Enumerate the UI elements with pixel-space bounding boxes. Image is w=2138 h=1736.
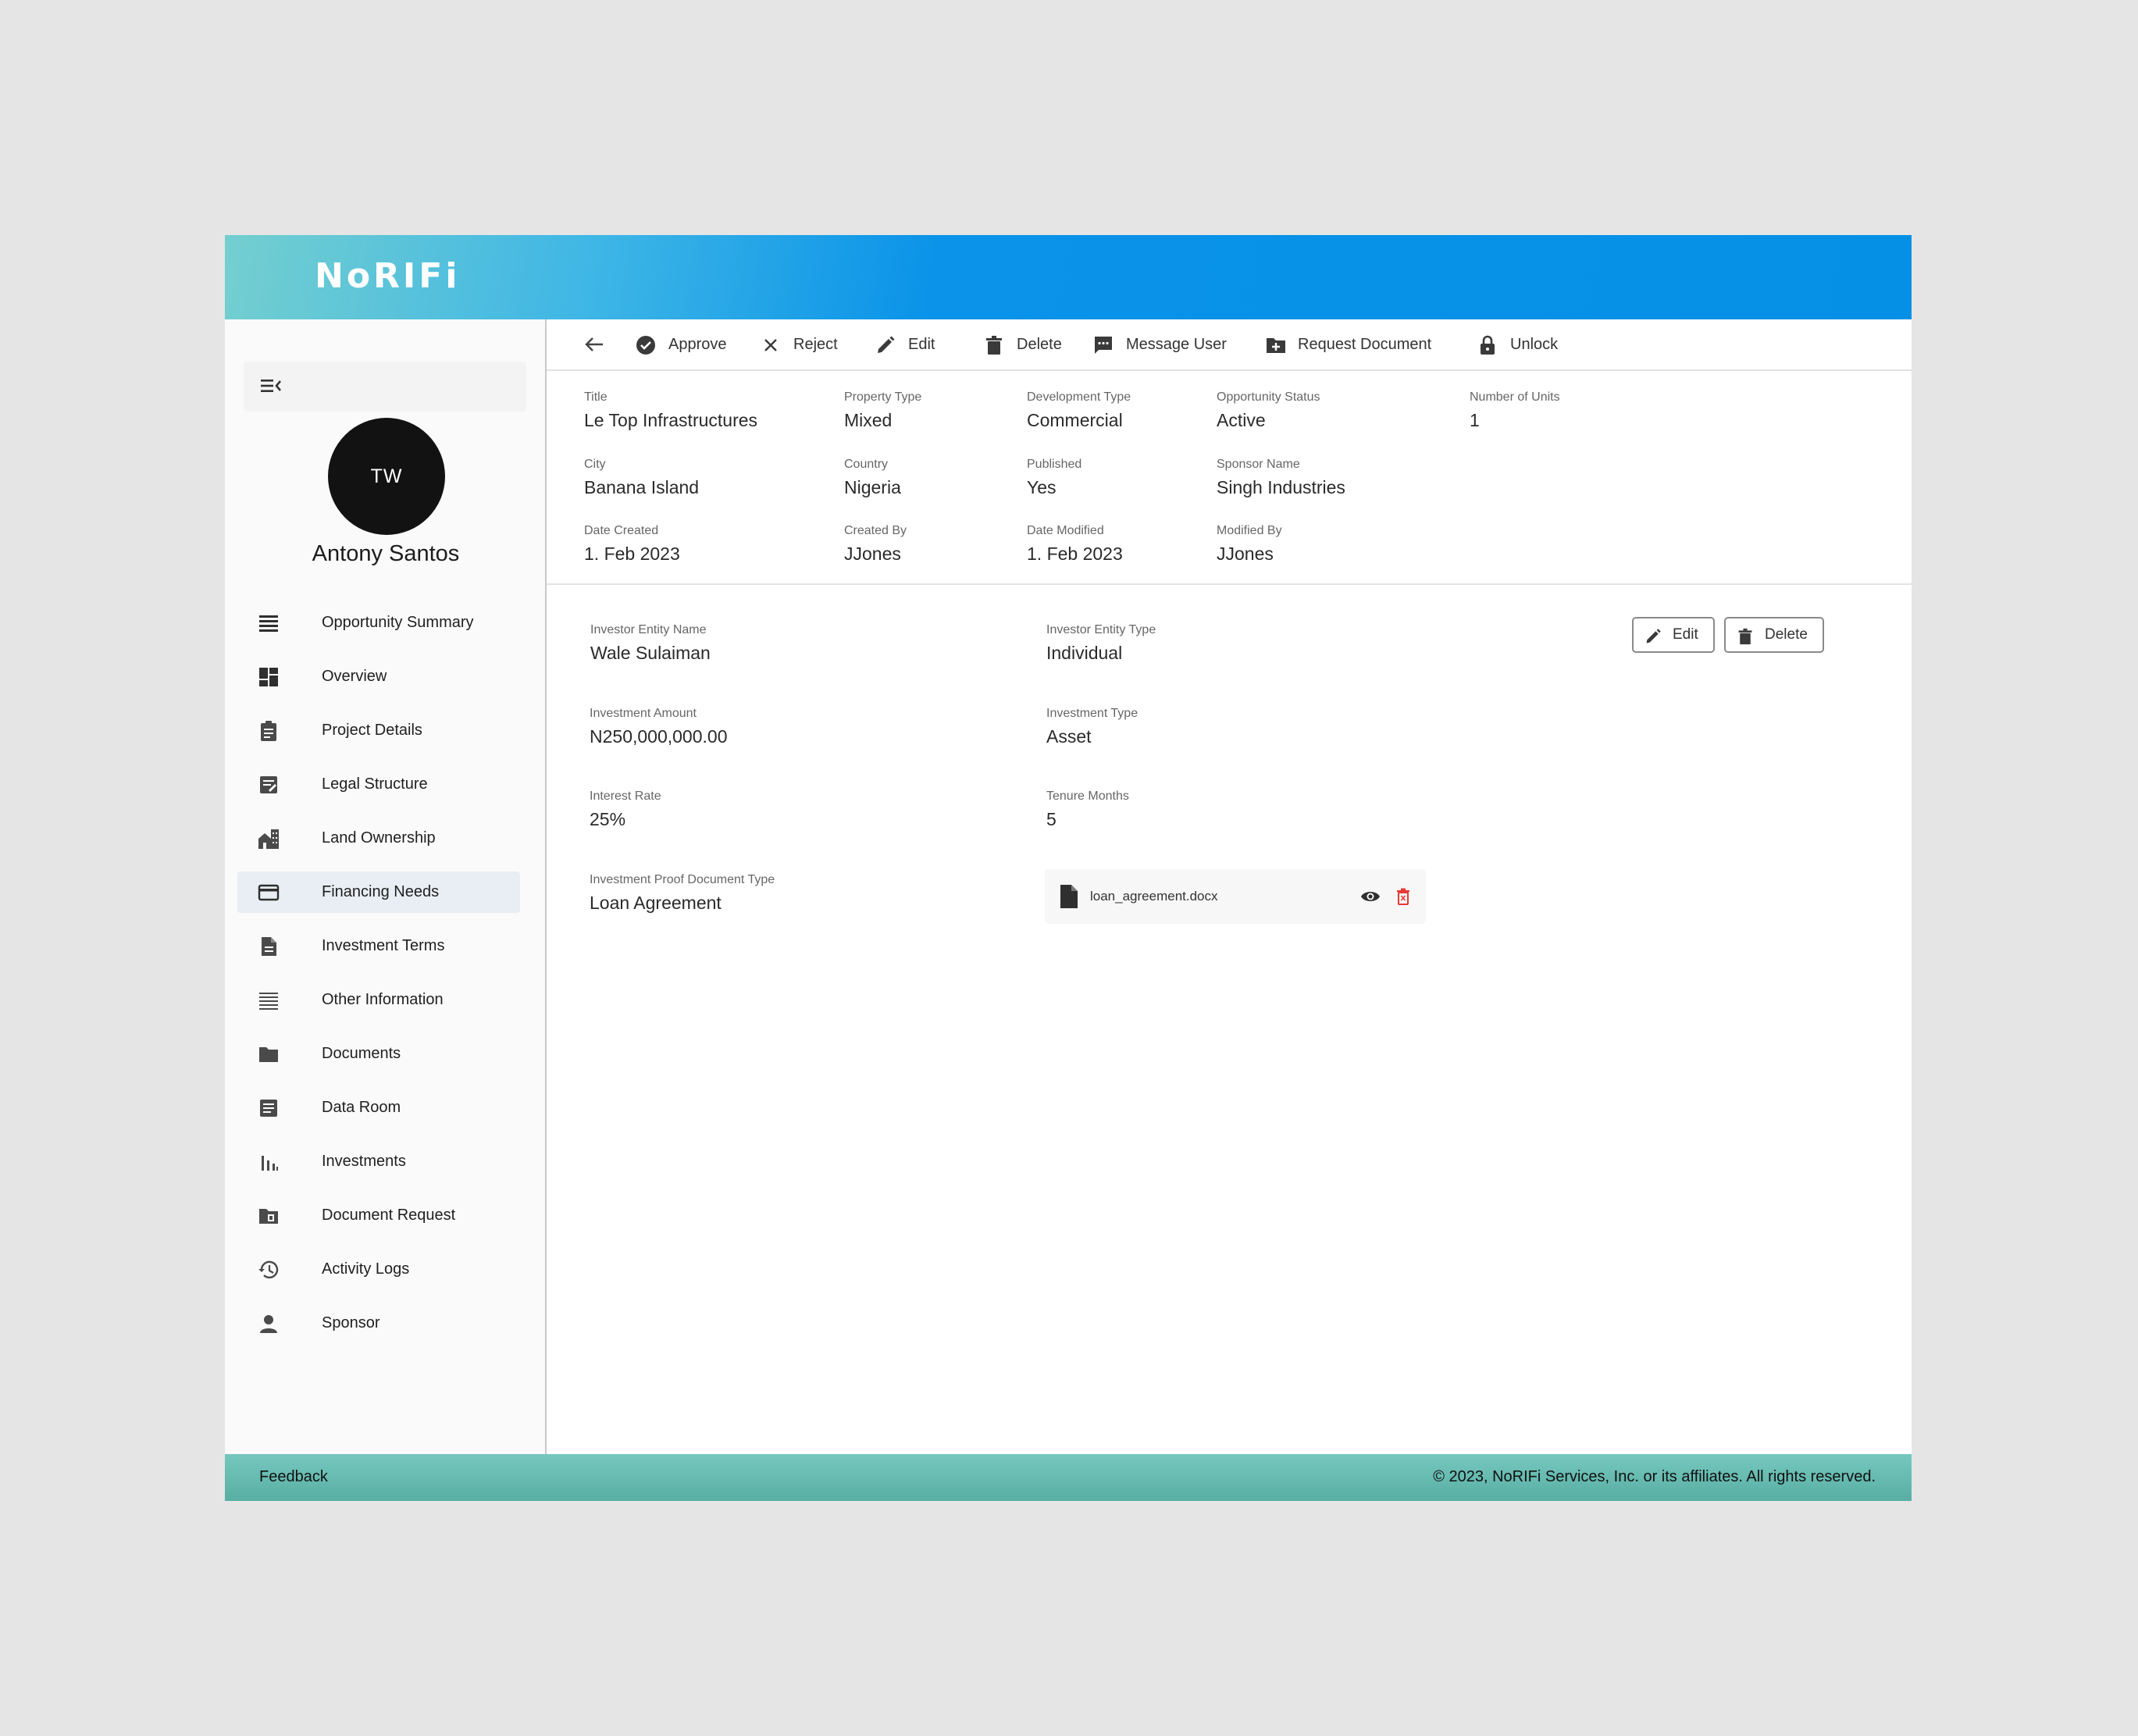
investment-edit-button[interactable]: Edit: [1632, 617, 1715, 653]
field-city: City Banana Island: [584, 458, 700, 497]
sidebar-item-label: Opportunity Summary: [322, 614, 474, 631]
eye-icon[interactable]: [1360, 889, 1381, 904]
note-edit-icon: [260, 776, 277, 793]
field-date-modified: Date Modified 1. Feb 2023: [1027, 524, 1123, 564]
sidebar-item-opportunity-summary[interactable]: Opportunity Summary: [237, 602, 520, 643]
history-icon: [258, 1260, 279, 1279]
dashboard-icon: [259, 668, 278, 686]
field-proof-document-type: Investment Proof Document Type Loan Agre…: [590, 873, 775, 913]
folder-file-icon: [259, 1209, 278, 1224]
sidebar-item-data-room[interactable]: Data Room: [237, 1087, 520, 1128]
clipboard-icon: [261, 721, 276, 741]
field-published: Published Yes: [1027, 458, 1082, 497]
field-investor-entity-type: Investor Entity Type Individual: [1046, 623, 1156, 663]
sidebar-item-label: Overview: [322, 668, 387, 685]
field-country: Country Nigeria: [844, 458, 901, 497]
field-sponsor-name: Sponsor Name Singh Industries: [1217, 458, 1345, 497]
field-development-type: Development Type Commercial: [1027, 390, 1131, 430]
pencil-icon: [1646, 629, 1661, 643]
check-circle-icon: [636, 336, 655, 355]
copyright-text: © 2023, NoRIFi Services, Inc. or its aff…: [1433, 1468, 1876, 1485]
sidebar-item-document-request[interactable]: Document Request: [237, 1195, 520, 1236]
menu-collapse-icon: [261, 380, 281, 392]
sidebar-item-overview[interactable]: Overview: [237, 656, 520, 697]
buildings-icon: [258, 829, 279, 849]
sidebar-item-label: Investments: [322, 1153, 406, 1170]
brand-logo[interactable]: NoRIFi: [315, 257, 460, 296]
field-property-type: Property Type Mixed: [844, 390, 922, 430]
file-icon: [1060, 885, 1078, 908]
close-icon: [764, 339, 777, 351]
trash-icon: [1738, 628, 1752, 645]
sidebar-item-sponsor[interactable]: Sponsor: [237, 1303, 520, 1344]
sidebar-item-land-ownership[interactable]: Land Ownership: [237, 818, 520, 859]
sidebar-item-label: Data Room: [322, 1099, 401, 1116]
sidebar-item-label: Investment Terms: [322, 937, 445, 954]
arrow-left-icon: [585, 337, 603, 351]
footer: Feedback © 2023, NoRIFi Services, Inc. o…: [225, 1454, 1912, 1501]
user-name: Antony Santos: [312, 541, 460, 566]
article-icon: [260, 1100, 277, 1117]
field-modified-by: Modified By JJones: [1217, 524, 1282, 564]
folder-icon: [259, 1047, 278, 1062]
sidebar-item-label: Document Request: [322, 1207, 456, 1224]
field-date-created: Date Created 1. Feb 2023: [584, 524, 680, 564]
field-created-by: Created By JJones: [844, 524, 907, 564]
sidebar-item-investment-terms[interactable]: Investment Terms: [237, 925, 520, 967]
field-investment-amount: Investment Amount N250,000,000.00: [590, 707, 728, 747]
trash-icon: [986, 336, 1002, 355]
opportunity-summary-panel: Title Le Top Infrastructures Property Ty…: [547, 371, 1912, 585]
field-investment-type: Investment Type Asset: [1046, 707, 1138, 747]
back-button[interactable]: [584, 319, 606, 369]
field-investor-entity-name: Investor Entity Name Wale Sulaiman: [590, 623, 711, 663]
chat-icon: [1095, 337, 1112, 354]
sidebar-item-label: Land Ownership: [322, 829, 436, 847]
avatar[interactable]: TW: [328, 418, 445, 535]
sidebar-item-label: Sponsor: [322, 1314, 380, 1331]
sidebar-item-label: Other Information: [322, 991, 444, 1008]
field-opportunity-status: Opportunity Status Active: [1217, 390, 1320, 430]
field-tenure-months: Tenure Months 5: [1046, 790, 1129, 829]
folder-add-icon: [1267, 338, 1285, 353]
pencil-icon: [878, 336, 895, 353]
sidebar-item-activity-logs[interactable]: Activity Logs: [237, 1249, 520, 1290]
person-icon: [260, 1315, 277, 1333]
top-header: NoRIFi: [225, 235, 1912, 319]
sidebar-nav: Opportunity Summary Overview Project Det…: [237, 602, 520, 1356]
main-content: Approve Reject Edit Delete Message User …: [547, 319, 1912, 1454]
sidebar-item-other-information[interactable]: Other Information: [237, 979, 520, 1021]
field-number-of-units: Number of Units 1: [1470, 390, 1560, 430]
investment-delete-button[interactable]: Delete: [1724, 617, 1824, 653]
credit-card-icon: [258, 884, 280, 901]
sidebar-item-legal-structure[interactable]: Legal Structure: [237, 764, 520, 805]
action-toolbar: Approve Reject Edit Delete Message User …: [547, 319, 1912, 371]
sidebar-item-label: Financing Needs: [322, 883, 440, 900]
app-window: NoRIFi TW Antony Santos Opportunity Summ…: [225, 235, 1912, 1501]
sidebar-item-label: Legal Structure: [322, 775, 428, 793]
sidebar: TW Antony Santos Opportunity Summary Ove…: [225, 319, 547, 1454]
sidebar-collapse-button[interactable]: [244, 362, 526, 412]
feedback-link[interactable]: Feedback: [259, 1454, 328, 1499]
sidebar-item-label: Project Details: [322, 722, 422, 739]
document-icon: [262, 937, 276, 956]
lock-icon: [1481, 335, 1495, 355]
investment-detail-panel: Edit Delete Investor Entity Name Wale Su…: [547, 585, 1912, 1454]
sidebar-item-financing-needs[interactable]: Financing Needs: [237, 872, 520, 913]
delete-document-icon[interactable]: [1396, 888, 1410, 905]
field-title: Title Le Top Infrastructures: [584, 390, 758, 430]
list-icon: [259, 615, 278, 632]
sidebar-item-label: Documents: [322, 1045, 401, 1062]
document-filename[interactable]: loan_agreement.docx: [1090, 869, 1218, 924]
bar-chart-icon: [262, 1156, 278, 1171]
sidebar-item-investments[interactable]: Investments: [237, 1141, 520, 1182]
sidebar-item-label: Activity Logs: [322, 1260, 410, 1278]
field-interest-rate: Interest Rate 25%: [590, 790, 661, 829]
sidebar-item-project-details[interactable]: Project Details: [237, 710, 520, 751]
attached-document: loan_agreement.docx: [1045, 869, 1426, 924]
sidebar-item-documents[interactable]: Documents: [237, 1033, 520, 1075]
lines-icon: [259, 993, 278, 1010]
